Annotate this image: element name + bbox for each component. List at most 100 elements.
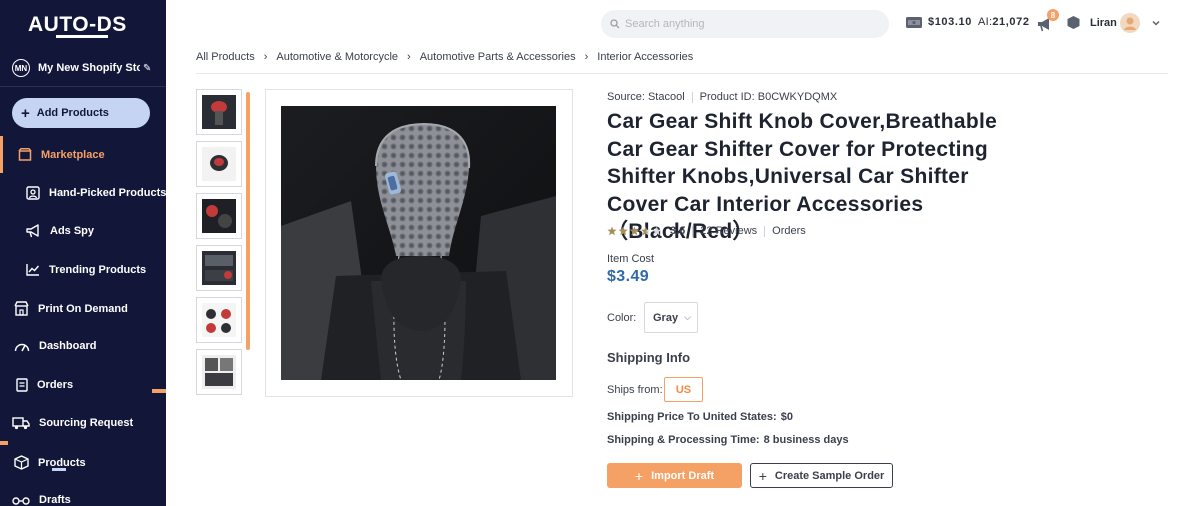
item-cost-value: $3.49: [607, 268, 650, 285]
create-sample-order-button[interactable]: + Create Sample Order: [750, 463, 893, 488]
active-indicator: [0, 136, 3, 173]
star-icon: [629, 226, 639, 236]
thumbnail[interactable]: [196, 297, 242, 343]
sidebar-item-dashboard[interactable]: Dashboard: [14, 340, 96, 352]
handpicked-icon: [26, 186, 40, 200]
ai-credits-value: 21,072: [992, 16, 1030, 28]
sidebar-item-marketplace[interactable]: Marketplace: [18, 148, 105, 161]
breadcrumb-item[interactable]: Automotive & Motorcycle: [276, 51, 398, 63]
clipboard-icon: [16, 378, 28, 392]
thumbnail[interactable]: [196, 89, 242, 135]
app-root: AUTO-DS MN My New Shopify Store ✎ + Add …: [0, 0, 1200, 506]
box-icon: [14, 455, 29, 470]
meta-divider: [691, 91, 693, 103]
thumbnail[interactable]: [196, 349, 242, 395]
shipping-time: Shipping & Processing Time: 8 business da…: [607, 434, 849, 446]
shipping-time-label: Shipping & Processing Time:: [607, 434, 760, 446]
user-name[interactable]: Liran: [1090, 17, 1117, 29]
plus-icon: +: [758, 467, 767, 484]
reviews-count[interactable]: 22 Reviews: [700, 225, 757, 237]
color-label: Color:: [607, 312, 637, 324]
rating-divider: [764, 225, 766, 237]
sidebar-item-label: Trending Products: [49, 263, 147, 276]
thumbnail-image: [202, 95, 236, 129]
sidebar-item-label: Ads Spy: [50, 225, 95, 237]
pencil-icon[interactable]: ✎: [143, 63, 151, 74]
star-icon: [641, 226, 651, 236]
sidebar-item-label: Hand-Picked Products: [49, 187, 166, 199]
sidebar-item-print-on-demand[interactable]: Print On Demand: [14, 301, 128, 316]
store-avatar: MN: [12, 59, 30, 77]
sidebar-item-label: Print On Demand: [38, 302, 128, 315]
sidebar-item-sourcing-request[interactable]: Sourcing Request: [12, 416, 133, 430]
import-draft-label: Import Draft: [651, 469, 715, 482]
star-icon: [652, 226, 662, 236]
search-bar[interactable]: [601, 10, 889, 38]
chevron-right-icon: ›: [407, 51, 411, 63]
sidebar-item-drafts[interactable]: Drafts: [12, 493, 71, 506]
shipping-price: Shipping Price To United States: $0: [607, 411, 793, 423]
sidebar-item-label: Sourcing Request: [39, 417, 134, 429]
add-products-label: Add Products: [36, 107, 109, 119]
add-products-button[interactable]: + Add Products: [12, 98, 150, 128]
product-id: Product ID: B0CWKYDQMX: [699, 91, 838, 103]
orders-label: Orders: [772, 225, 806, 237]
balance-display[interactable]: $103.10 AI:21,072: [905, 15, 1030, 29]
thumbnail-image: [202, 355, 236, 389]
plus-icon: +: [634, 467, 644, 484]
thumbnail-strip: [196, 89, 244, 399]
product-image[interactable]: [281, 106, 556, 380]
thumbnail-scrollbar[interactable]: [246, 92, 250, 350]
star-icon: [618, 226, 628, 236]
chevron-right-icon: ›: [263, 51, 268, 63]
scroll-marker: [52, 468, 66, 471]
sidebar-item-label: Marketplace: [41, 148, 105, 161]
rating-score: 3.6: [670, 225, 686, 237]
sidebar-item-ads-spy[interactable]: Ads Spy: [26, 224, 94, 238]
thumbnail[interactable]: [196, 193, 242, 239]
thumbnail-image: [202, 199, 236, 233]
sidebar-divider: [0, 86, 166, 87]
breadcrumb-divider: [196, 73, 1168, 74]
sidebar-item-label: Products: [38, 456, 86, 469]
thumbnail-image: [202, 303, 236, 337]
avatar[interactable]: [1120, 13, 1140, 33]
sidebar-item-label: Dashboard: [39, 340, 97, 352]
item-cost-label: Item Cost: [607, 253, 655, 265]
sidebar: AUTO-DS MN My New Shopify Store ✎ + Add …: [0, 0, 166, 506]
store-name: My New Shopify Store: [38, 62, 140, 74]
scroll-marker: [152, 389, 166, 393]
breadcrumb-item[interactable]: All Products: [196, 51, 255, 63]
sidebar-item-orders[interactable]: Orders: [16, 378, 73, 392]
sidebar-item-products[interactable]: Products: [14, 455, 86, 470]
drafts-icon: [12, 497, 30, 505]
breadcrumb-item[interactable]: Automotive Parts & Accessories: [420, 51, 576, 63]
thumbnail[interactable]: [196, 245, 242, 291]
ships-from-us-chip[interactable]: US: [664, 377, 703, 402]
chevron-right-icon: ›: [584, 51, 589, 63]
sidebar-item-trending[interactable]: Trending Products: [26, 263, 146, 276]
user-icon[interactable]: [1066, 15, 1081, 30]
import-draft-button[interactable]: + Import Draft: [607, 463, 742, 488]
color-select[interactable]: Gray ⌵: [644, 302, 698, 333]
breadcrumb: All Products › Automotive & Motorcycle ›…: [196, 51, 693, 63]
truck-icon: [12, 417, 30, 430]
breadcrumb-item[interactable]: Interior Accessories: [597, 51, 693, 63]
ai-credits: AI:21,072: [978, 16, 1030, 28]
star-icon: [607, 226, 617, 236]
ai-prefix: AI:: [977, 16, 993, 28]
ships-from-label: Ships from:: [607, 384, 663, 396]
balance-amount: $103.10: [928, 16, 972, 28]
thumbnail[interactable]: [196, 141, 242, 187]
autods-logo[interactable]: AUTO-DS: [28, 10, 136, 40]
notification-badge: 8: [1047, 9, 1059, 21]
sidebar-item-hand-picked[interactable]: Hand-Picked Products: [26, 186, 166, 200]
plus-icon: +: [21, 104, 30, 122]
search-input[interactable]: [625, 18, 865, 30]
chevron-down-icon[interactable]: [1151, 18, 1161, 28]
thumbnail-image: [202, 251, 236, 285]
store-selector[interactable]: MN My New Shopify Store ✎: [12, 57, 162, 79]
trending-icon: [26, 264, 40, 276]
search-icon: [610, 19, 620, 29]
shipping-info-heading: Shipping Info: [607, 350, 691, 365]
